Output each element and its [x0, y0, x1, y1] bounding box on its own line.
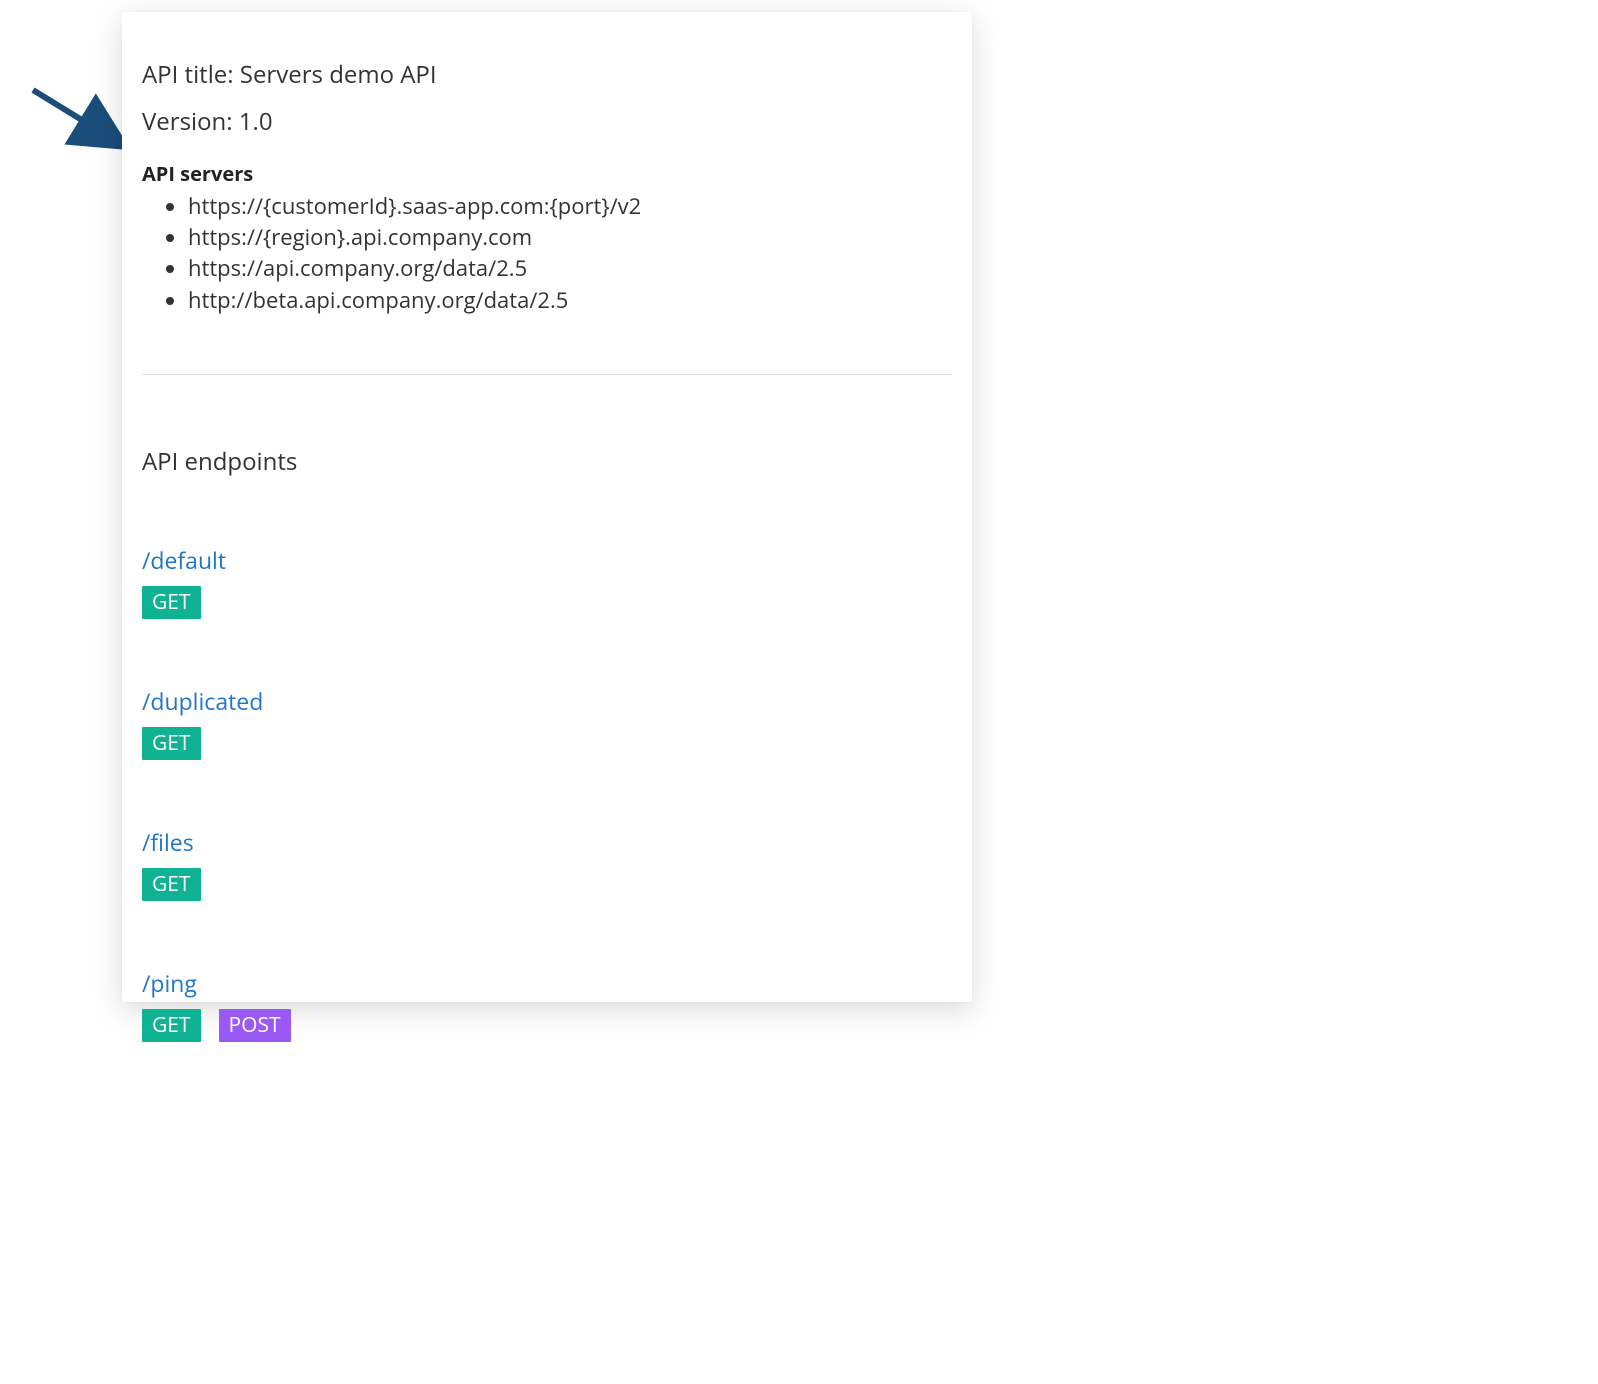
endpoint-block: /files GET: [142, 826, 952, 901]
method-badge-get[interactable]: GET: [142, 868, 201, 901]
endpoint-methods: GET: [142, 586, 952, 619]
method-badge-get[interactable]: GET: [142, 727, 201, 760]
api-title-value: Servers demo API: [240, 58, 437, 91]
method-badge-get[interactable]: GET: [142, 586, 201, 619]
endpoint-block: /duplicated GET: [142, 685, 952, 760]
method-badge-post[interactable]: POST: [219, 1009, 291, 1042]
method-badge-get[interactable]: GET: [142, 1009, 201, 1042]
servers-heading: API servers: [142, 160, 952, 187]
server-url: https://api.company.org/data/2.5: [188, 253, 952, 284]
endpoint-methods: GET: [142, 727, 952, 760]
endpoints-heading: API endpoints: [142, 445, 952, 478]
endpoint-methods: GET: [142, 868, 952, 901]
api-version-line: Version: 1.0: [142, 105, 952, 138]
api-version-value: 1.0: [239, 105, 273, 138]
endpoint-path-link[interactable]: /default: [142, 544, 226, 576]
section-divider: [142, 374, 952, 375]
api-title-line: API title: Servers demo API: [142, 58, 952, 91]
server-url: https://{customerId}.saas-app.com:{port}…: [188, 191, 952, 222]
endpoint-path-link[interactable]: /duplicated: [142, 685, 263, 717]
api-title-label: API title:: [142, 58, 234, 91]
api-version-label: Version:: [142, 105, 233, 138]
endpoint-block: /ping GET POST: [142, 967, 952, 1042]
endpoint-path-link[interactable]: /ping: [142, 967, 197, 999]
api-doc-card: API title: Servers demo API Version: 1.0…: [122, 12, 972, 1002]
servers-list: https://{customerId}.saas-app.com:{port}…: [142, 191, 952, 316]
endpoint-path-link[interactable]: /files: [142, 826, 194, 858]
endpoint-methods: GET POST: [142, 1009, 952, 1042]
server-url: https://{region}.api.company.com: [188, 222, 952, 253]
server-url: http://beta.api.company.org/data/2.5: [188, 285, 952, 316]
endpoint-block: /default GET: [142, 544, 952, 619]
